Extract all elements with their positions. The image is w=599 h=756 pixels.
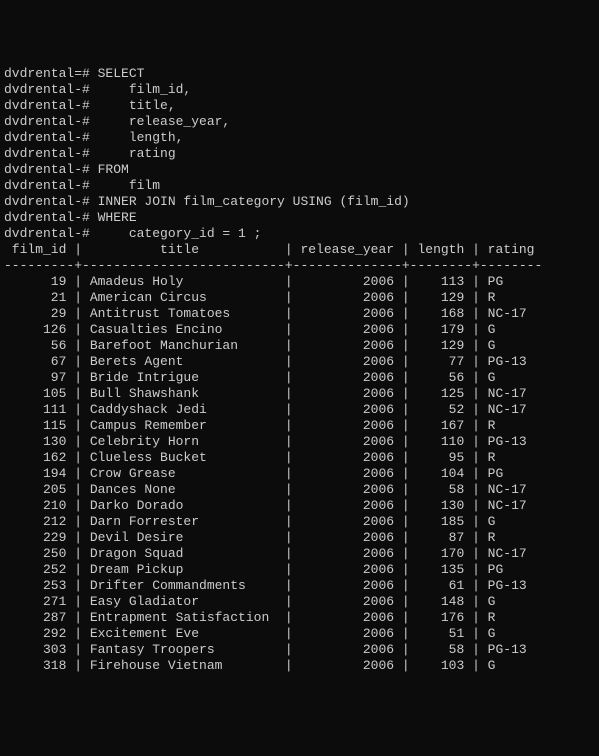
table-row: 205 | Dances None | 2006 | 58 | NC-17	[4, 482, 595, 498]
sql-line: dvdrental-# film_id,	[4, 82, 595, 98]
sql-line: dvdrental-# title,	[4, 98, 595, 114]
table-row: 250 | Dragon Squad | 2006 | 170 | NC-17	[4, 546, 595, 562]
table-row: 162 | Clueless Bucket | 2006 | 95 | R	[4, 450, 595, 466]
sql-line: dvdrental-# rating	[4, 146, 595, 162]
table-row: 252 | Dream Pickup | 2006 | 135 | PG	[4, 562, 595, 578]
table-row: 318 | Firehouse Vietnam | 2006 | 103 | G	[4, 658, 595, 674]
table-row: 56 | Barefoot Manchurian | 2006 | 129 | …	[4, 338, 595, 354]
table-row: 67 | Berets Agent | 2006 | 77 | PG-13	[4, 354, 595, 370]
table-row: 130 | Celebrity Horn | 2006 | 110 | PG-1…	[4, 434, 595, 450]
sql-line: dvdrental-# INNER JOIN film_category USI…	[4, 194, 595, 210]
table-row: 212 | Darn Forrester | 2006 | 185 | G	[4, 514, 595, 530]
sql-line: dvdrental-# length,	[4, 130, 595, 146]
table-row: 271 | Easy Gladiator | 2006 | 148 | G	[4, 594, 595, 610]
sql-line: dvdrental-# release_year,	[4, 114, 595, 130]
table-row: 292 | Excitement Eve | 2006 | 51 | G	[4, 626, 595, 642]
table-row: 229 | Devil Desire | 2006 | 87 | R	[4, 530, 595, 546]
table-row: 194 | Crow Grease | 2006 | 104 | PG	[4, 466, 595, 482]
table-row: 303 | Fantasy Troopers | 2006 | 58 | PG-…	[4, 642, 595, 658]
table-row: 97 | Bride Intrigue | 2006 | 56 | G	[4, 370, 595, 386]
sql-line: dvdrental-# FROM	[4, 162, 595, 178]
sql-line: dvdrental-# film	[4, 178, 595, 194]
table-row: 126 | Casualties Encino | 2006 | 179 | G	[4, 322, 595, 338]
table-row: 210 | Darko Dorado | 2006 | 130 | NC-17	[4, 498, 595, 514]
table-row: 105 | Bull Shawshank | 2006 | 125 | NC-1…	[4, 386, 595, 402]
table-row: 19 | Amadeus Holy | 2006 | 113 | PG	[4, 274, 595, 290]
table-row: 287 | Entrapment Satisfaction | 2006 | 1…	[4, 610, 595, 626]
table-row: 253 | Drifter Commandments | 2006 | 61 |…	[4, 578, 595, 594]
table-row: 29 | Antitrust Tomatoes | 2006 | 168 | N…	[4, 306, 595, 322]
table-row: 21 | American Circus | 2006 | 129 | R	[4, 290, 595, 306]
sql-line: dvdrental-# WHERE	[4, 210, 595, 226]
table-row: 111 | Caddyshack Jedi | 2006 | 52 | NC-1…	[4, 402, 595, 418]
terminal-output[interactable]: dvdrental=# SELECTdvdrental-# film_id,dv…	[4, 66, 595, 674]
table-row: 115 | Campus Remember | 2006 | 167 | R	[4, 418, 595, 434]
table-separator: ---------+--------------------------+---…	[4, 258, 595, 274]
sql-line: dvdrental=# SELECT	[4, 66, 595, 82]
sql-line: dvdrental-# category_id = 1 ;	[4, 226, 595, 242]
table-header: film_id | title | release_year | length …	[4, 242, 595, 258]
